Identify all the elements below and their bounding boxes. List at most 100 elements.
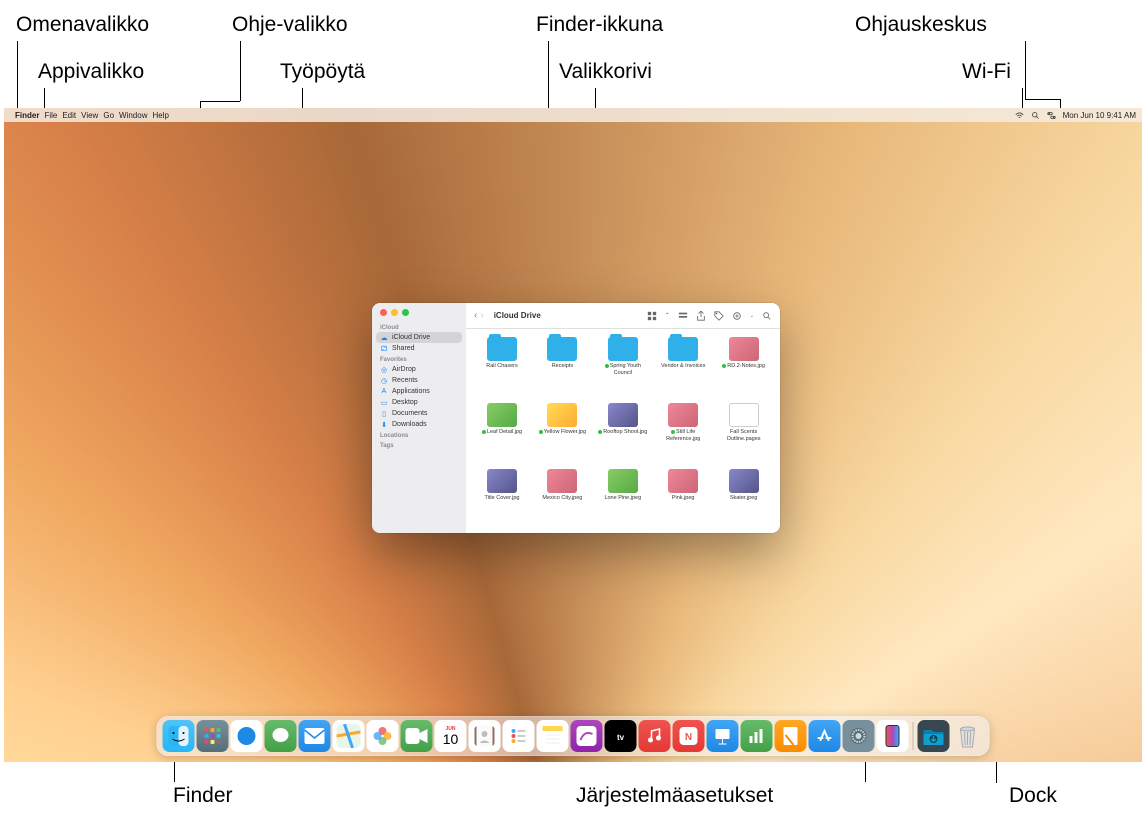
dock-calendar[interactable]: JUN10	[435, 720, 467, 752]
file-name: Still Life Reference.jpg	[655, 429, 711, 442]
sidebar-item-applications[interactable]: AApplications	[372, 386, 466, 397]
dock-iphone-mirroring[interactable]	[877, 720, 909, 752]
file-thumbnail	[729, 403, 759, 427]
tags-button[interactable]	[714, 311, 724, 321]
finder-window[interactable]: iCloud☁iCloud Drive⚁SharedFavorites◎AirD…	[372, 303, 780, 533]
callout-line	[1025, 99, 1060, 100]
dock-mail[interactable]	[299, 720, 331, 752]
menu-file[interactable]: File	[44, 111, 57, 120]
sidebar-item-label: iCloud Drive	[392, 334, 430, 341]
close-button[interactable]	[380, 309, 387, 316]
dock-freeform[interactable]	[571, 720, 603, 752]
callout-line	[240, 41, 241, 101]
dock-finder[interactable]	[163, 720, 195, 752]
dock-trash[interactable]	[952, 720, 984, 752]
spotlight-icon[interactable]	[1031, 111, 1040, 120]
file-item[interactable]: Lone Pine.jpeg	[593, 469, 653, 525]
action-button[interactable]	[732, 311, 742, 321]
dock-pages[interactable]	[775, 720, 807, 752]
callout-control-center: Ohjauskeskus	[855, 13, 987, 37]
file-item[interactable]: Still Life Reference.jpg	[653, 403, 713, 465]
dock-numbers[interactable]	[741, 720, 773, 752]
download-icon: ⬇	[380, 421, 388, 429]
app-menu[interactable]: Finder	[15, 111, 39, 120]
dock-launchpad[interactable]	[197, 720, 229, 752]
callout-apple-menu: Omenavalikko	[16, 13, 149, 37]
dock-news[interactable]: N	[673, 720, 705, 752]
sidebar-item-desktop[interactable]: ▭Desktop	[372, 397, 466, 408]
action-chevron[interactable]: ⌄	[750, 313, 754, 319]
dock-system-settings[interactable]	[843, 720, 875, 752]
callout-line	[595, 88, 596, 110]
file-item[interactable]: Pink.jpeg	[653, 469, 713, 525]
dock-messages[interactable]	[265, 720, 297, 752]
menu-help[interactable]: Help	[152, 111, 168, 120]
menubar: Finder File Edit View Go Window Help Mon…	[4, 108, 1142, 122]
file-name: Title Cover.jpg	[485, 495, 520, 502]
search-button[interactable]	[762, 311, 772, 321]
file-name: Mexico City.jpeg	[542, 495, 582, 502]
minimize-button[interactable]	[391, 309, 398, 316]
file-item[interactable]: Yellow Flower.jpg	[532, 403, 592, 465]
file-thumbnail	[608, 469, 638, 493]
file-item[interactable]: RD.2-Notes.jpg	[714, 337, 774, 399]
sidebar-item-documents[interactable]: ▯Documents	[372, 408, 466, 419]
menu-edit[interactable]: Edit	[62, 111, 76, 120]
file-item[interactable]: Vendor & Invoices	[653, 337, 713, 399]
dock-music[interactable]	[639, 720, 671, 752]
menu-view[interactable]: View	[81, 111, 98, 120]
desktop[interactable]: Finder File Edit View Go Window Help Mon…	[4, 108, 1142, 762]
menu-window[interactable]: Window	[119, 111, 147, 120]
file-item[interactable]: Skater.jpeg	[714, 469, 774, 525]
dock-facetime[interactable]	[401, 720, 433, 752]
back-button[interactable]: ‹	[474, 310, 477, 321]
menubar-datetime[interactable]: Mon Jun 10 9:41 AM	[1063, 111, 1136, 120]
dock-maps[interactable]	[333, 720, 365, 752]
file-item[interactable]: Rooftop Shoot.jpg	[593, 403, 653, 465]
sidebar-item-icloud-drive[interactable]: ☁iCloud Drive	[376, 332, 462, 343]
finder-toolbar: ‹ › iCloud Drive ⌃ ⌄	[466, 303, 780, 329]
file-item[interactable]: Mexico City.jpeg	[532, 469, 592, 525]
dock-notes[interactable]	[537, 720, 569, 752]
forward-button[interactable]: ›	[480, 310, 483, 321]
callout-finder-window: Finder-ikkuna	[536, 13, 663, 37]
finder-content[interactable]: Rail ChasersReceiptsSpring Youth Council…	[466, 329, 780, 533]
folder-icon	[668, 337, 698, 361]
dock-downloads[interactable]	[918, 720, 950, 752]
sidebar-item-airdrop[interactable]: ◎AirDrop	[372, 364, 466, 375]
fullscreen-button[interactable]	[402, 309, 409, 316]
file-thumbnail	[547, 469, 577, 493]
control-center-icon[interactable]	[1047, 111, 1056, 120]
file-thumbnail	[729, 337, 759, 361]
file-item[interactable]: Rail Chasers	[472, 337, 532, 399]
sidebar-item-shared[interactable]: ⚁Shared	[372, 343, 466, 354]
dock-reminders[interactable]	[503, 720, 535, 752]
view-icons-button[interactable]	[647, 311, 657, 321]
menu-go[interactable]: Go	[103, 111, 114, 120]
share-button[interactable]	[696, 311, 706, 321]
dock-safari[interactable]	[231, 720, 263, 752]
view-switcher[interactable]: ⌃	[665, 312, 670, 319]
folder-shared-icon: ⚁	[380, 345, 388, 353]
file-name: Yellow Flower.jpg	[539, 429, 586, 436]
file-item[interactable]: Fall Scents Outline.pages	[714, 403, 774, 465]
sidebar-item-recents[interactable]: ◷Recents	[372, 375, 466, 386]
file-name: Fall Scents Outline.pages	[716, 429, 772, 442]
file-item[interactable]: Spring Youth Council	[593, 337, 653, 399]
file-item[interactable]: Leaf Detail.jpg	[472, 403, 532, 465]
dock-photos[interactable]	[367, 720, 399, 752]
dock-keynote[interactable]	[707, 720, 739, 752]
dock-appstore[interactable]	[809, 720, 841, 752]
wifi-icon[interactable]	[1015, 111, 1024, 120]
file-item[interactable]: Receipts	[532, 337, 592, 399]
doc-icon: ▯	[380, 410, 388, 418]
sidebar-item-downloads[interactable]: ⬇Downloads	[372, 419, 466, 430]
file-item[interactable]: Title Cover.jpg	[472, 469, 532, 525]
file-name: Leaf Detail.jpg	[482, 429, 522, 436]
tag-dot	[605, 364, 609, 368]
group-button[interactable]	[678, 311, 688, 321]
dock-tv[interactable]: tv	[605, 720, 637, 752]
sidebar-section-label: iCloud	[372, 322, 466, 332]
dock-contacts[interactable]	[469, 720, 501, 752]
folder-icon	[487, 337, 517, 361]
